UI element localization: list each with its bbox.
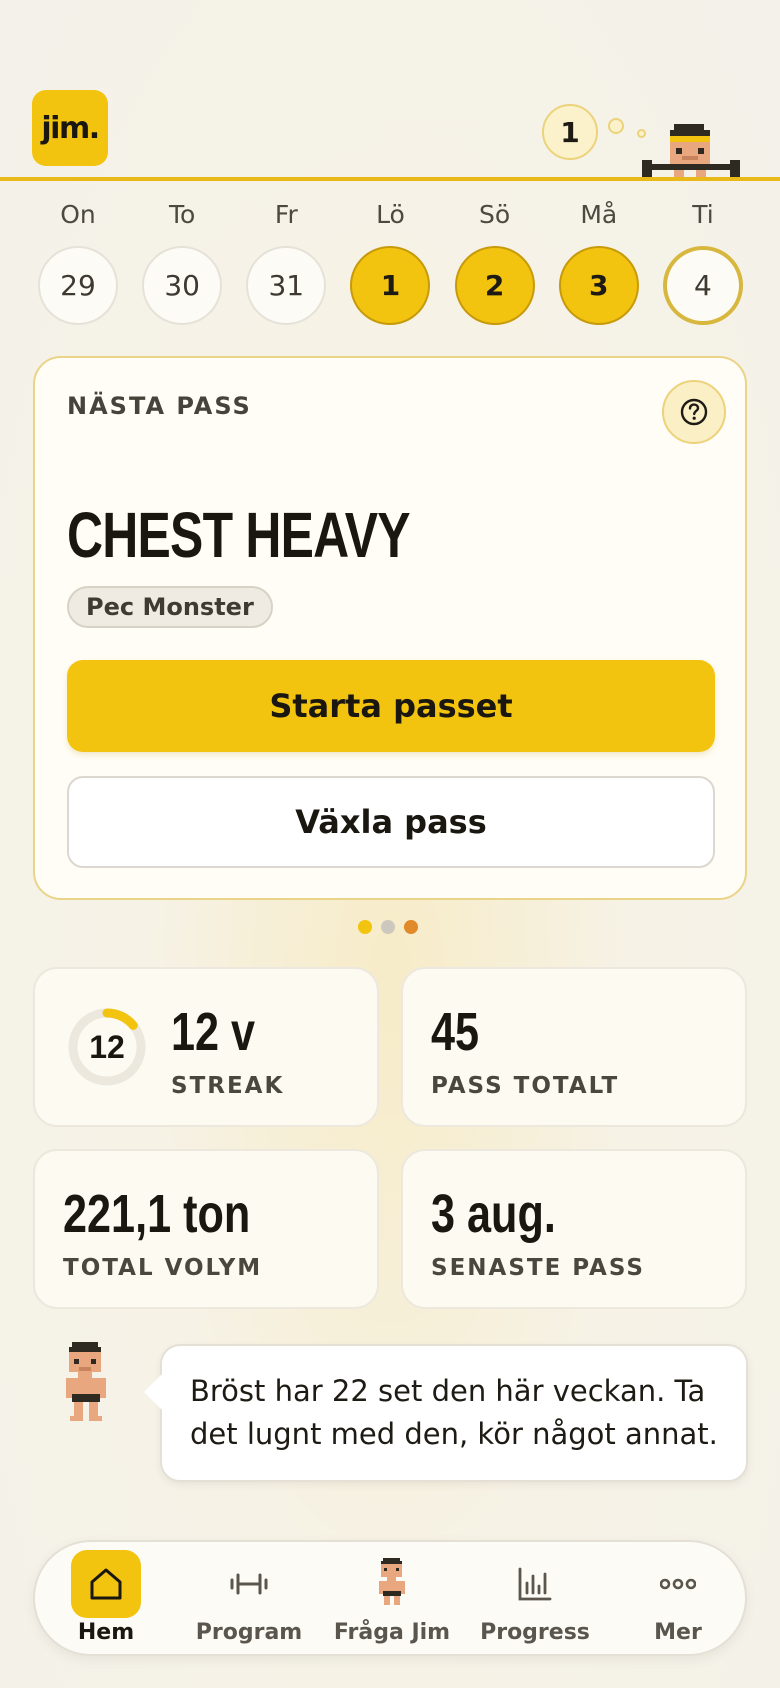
header-divider: [0, 177, 780, 181]
help-button[interactable]: [662, 380, 726, 444]
day-label: On: [60, 200, 96, 229]
last-session-card[interactable]: 3 aug. SENASTE PASS: [401, 1149, 747, 1309]
next-workout-card: NÄSTA PASS CHEST HEAVY Pec Monster Start…: [33, 356, 747, 900]
nav-icon-wrap: [71, 1550, 141, 1618]
streak-ring-number: 12: [89, 1028, 125, 1065]
start-workout-button[interactable]: Starta passet: [67, 660, 715, 752]
nav-icon-wrap: [500, 1550, 570, 1618]
total-volume-value: 221,1 ton: [63, 1184, 251, 1244]
day-item[interactable]: On 29: [38, 200, 118, 325]
day-item[interactable]: Sö 2: [454, 200, 535, 325]
streak-card[interactable]: 12 12 v STREAK: [33, 967, 379, 1127]
app-header: jim. 1: [0, 0, 780, 181]
nav-label: Program: [195, 1620, 303, 1645]
pager-dot[interactable]: [404, 920, 418, 934]
total-volume-label: TOTAL VOLYM: [63, 1255, 263, 1281]
nav-label: Fråga Jim: [333, 1620, 451, 1645]
bar-chart-icon: [518, 1567, 552, 1601]
day-item[interactable]: Fr 31: [246, 200, 327, 325]
question-icon: [680, 398, 708, 426]
nav-item-program[interactable]: Program: [178, 1542, 320, 1658]
total-volume-card[interactable]: 221,1 ton TOTAL VOLYM: [33, 1149, 379, 1309]
day-label: To: [168, 200, 196, 229]
nav-label: Hem: [77, 1620, 135, 1645]
jim-avatar-icon: [66, 1342, 106, 1421]
pager-dot[interactable]: [358, 920, 372, 934]
week-day-strip: On 29 To 30 Fr 31 Lö 1 Sö 2 Må 3 Ti 4: [38, 200, 743, 325]
total-sessions-label: PASS TOTALT: [431, 1073, 620, 1099]
day-label: Sö: [479, 200, 511, 229]
nav-item-home[interactable]: Hem: [35, 1542, 177, 1658]
day-date-circle[interactable]: 4: [662, 245, 743, 325]
switch-workout-button[interactable]: Växla pass: [67, 776, 715, 868]
nav-item-progress[interactable]: Progress: [464, 1542, 606, 1658]
day-date-circle[interactable]: 30: [142, 245, 223, 325]
next-workout-eyebrow: NÄSTA PASS: [67, 392, 252, 420]
nav-item-more[interactable]: Mer: [607, 1542, 749, 1658]
thought-dot-large: [608, 118, 624, 134]
speech-tail: [144, 1374, 162, 1410]
day-label: Ti: [692, 200, 714, 229]
total-sessions-card[interactable]: 45 PASS TOTALT: [401, 967, 747, 1127]
home-icon: [90, 1568, 122, 1600]
nav-label: Progress: [480, 1620, 590, 1645]
program-chip: Pec Monster: [67, 586, 273, 628]
bottom-nav: Hem Program Fråga Jim Progress Mer: [33, 1540, 747, 1656]
streak-value: 12 v: [171, 1002, 256, 1062]
day-item[interactable]: Ti 4: [662, 200, 743, 325]
card-pager: [358, 920, 418, 934]
streak-label: STREAK: [171, 1073, 285, 1099]
nav-label: Mer: [654, 1620, 702, 1645]
jim-tip-bubble[interactable]: Bröst har 22 set den här veckan. Ta det …: [160, 1344, 748, 1482]
day-date-circle[interactable]: 1: [350, 245, 431, 325]
workout-title: CHEST HEAVY: [67, 499, 411, 571]
day-date-circle[interactable]: 29: [38, 245, 118, 325]
nav-icon-wrap: [214, 1550, 284, 1618]
app-logo[interactable]: jim.: [32, 90, 108, 166]
notification-bubble[interactable]: 1: [542, 104, 598, 160]
last-session-label: SENASTE PASS: [431, 1255, 645, 1281]
day-item[interactable]: Lö 1: [350, 200, 431, 325]
nav-icon-wrap: [643, 1550, 713, 1618]
pager-dot[interactable]: [381, 920, 395, 934]
day-date-circle[interactable]: 2: [454, 245, 535, 325]
day-label: Fr: [274, 200, 298, 229]
weightlifter-mascot-icon: [642, 124, 740, 178]
day-date-circle[interactable]: 31: [246, 245, 327, 325]
total-sessions-value: 45: [431, 1002, 480, 1062]
day-label: Må: [580, 200, 618, 229]
nav-icon-wrap: [357, 1550, 427, 1618]
dumbbell-icon: [230, 1573, 268, 1595]
nav-item-ask-jim[interactable]: Fråga Jim: [321, 1542, 463, 1658]
jim-avatar-icon: [379, 1558, 405, 1605]
day-label: Lö: [376, 200, 405, 229]
day-item[interactable]: To 30: [142, 200, 223, 325]
more-icon: [660, 1578, 696, 1590]
day-date-circle[interactable]: 3: [558, 245, 639, 325]
day-item[interactable]: Må 3: [558, 200, 639, 325]
last-session-value: 3 aug.: [431, 1184, 556, 1244]
